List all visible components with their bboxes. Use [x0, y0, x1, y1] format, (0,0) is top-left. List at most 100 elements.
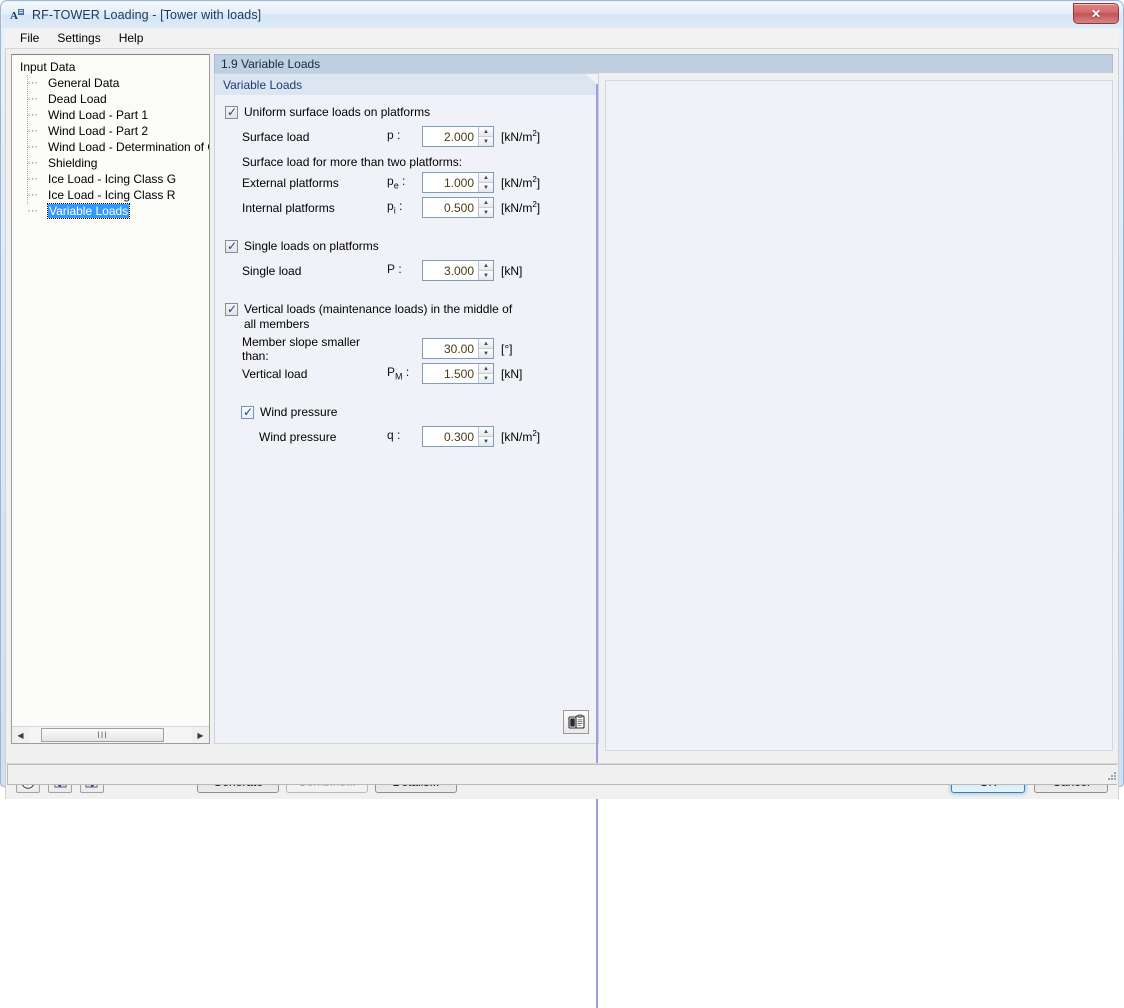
spinner-down-icon[interactable]: ▼	[479, 374, 493, 383]
sidebar-item-general-data[interactable]: ⋯ General Data	[18, 75, 209, 91]
checkbox-wind-pressure[interactable]: ✓ Wind pressure	[215, 402, 598, 423]
surface-load-spinner[interactable]: 2.000 ▲ ▼	[422, 126, 494, 147]
checkbox-single-loads[interactable]: ✓ Single loads on platforms	[215, 236, 598, 257]
surface-load-input[interactable]: 2.000	[423, 127, 478, 146]
wind-pressure-spinner[interactable]: 0.300 ▲ ▼	[422, 426, 494, 447]
spinner-up-icon[interactable]: ▲	[479, 364, 493, 374]
spinner-buttons[interactable]: ▲ ▼	[478, 127, 493, 146]
spinner-buttons[interactable]: ▲ ▼	[478, 427, 493, 446]
single-load-input[interactable]: 3.000	[423, 261, 478, 280]
sidebar-item-label: Wind Load - Determination of Gust	[48, 140, 209, 154]
sidebar-item-shielding[interactable]: ⋯ Shielding	[18, 155, 209, 171]
content-panes: Variable Loads ✓ Uniform surface loads o…	[214, 73, 1113, 1008]
svg-text:A: A	[10, 10, 18, 22]
sidebar-item-label: Dead Load	[48, 92, 107, 106]
tree-root-input-data[interactable]: Input Data	[18, 59, 209, 75]
symbol-text: p	[387, 174, 394, 189]
spinner-buttons[interactable]: ▲ ▼	[478, 198, 493, 217]
field-symbol: q :	[387, 428, 401, 443]
symbol-text: P	[387, 262, 396, 277]
preview-pane-wrapper	[605, 73, 1113, 751]
sidebar-item-wind-load-gust[interactable]: ⋯ Wind Load - Determination of Gust	[18, 139, 209, 155]
field-vertical-load: Vertical load PM : 1.500 ▲ ▼ [kN]	[215, 362, 598, 385]
sidebar-item-wind-load-part-1[interactable]: ⋯ Wind Load - Part 1	[18, 107, 209, 123]
spinner-down-icon[interactable]: ▼	[479, 208, 493, 217]
field-unit: [kN]	[501, 264, 523, 278]
spinner-up-icon[interactable]: ▲	[479, 173, 493, 183]
single-load-spinner[interactable]: 3.000 ▲ ▼	[422, 260, 494, 281]
spinner-buttons[interactable]: ▲ ▼	[478, 173, 493, 192]
spinner-up-icon[interactable]: ▲	[479, 127, 493, 137]
tree-horizontal-scrollbar[interactable]: ◀ III ▶	[12, 726, 209, 743]
resize-grip[interactable]	[1105, 769, 1118, 782]
copy-to-clipboard-button[interactable]	[563, 710, 589, 734]
spinner-down-icon[interactable]: ▼	[479, 271, 493, 280]
scroll-right-arrow-icon[interactable]: ▶	[192, 727, 209, 743]
member-slope-spinner[interactable]: 30.00 ▲ ▼	[422, 338, 494, 359]
checkbox-vertical-loads[interactable]: ✓ Vertical loads (maintenance loads) in …	[215, 299, 598, 335]
sidebar-item-ice-load-class-r[interactable]: ⋯ Ice Load - Icing Class R	[18, 187, 209, 203]
field-symbol: p :	[387, 128, 401, 143]
spinner-up-icon[interactable]: ▲	[479, 427, 493, 437]
member-slope-input[interactable]: 30.00	[423, 339, 478, 358]
scrollbar-thumb[interactable]: III	[41, 728, 164, 742]
unit-exponent: 2	[532, 200, 537, 209]
sidebar-item-variable-loads[interactable]: ⋯ Variable Loads	[18, 203, 209, 219]
field-unit: [kN/m2]	[501, 429, 541, 444]
sidebar-item-label: Shielding	[48, 156, 98, 170]
spinner-buttons[interactable]: ▲ ▼	[478, 364, 493, 383]
spinner-down-icon[interactable]: ▼	[479, 183, 493, 192]
sidebar-item-ice-load-class-g[interactable]: ⋯ Ice Load - Icing Class G	[18, 171, 209, 187]
scroll-left-arrow-icon[interactable]: ◀	[12, 727, 29, 743]
spinner-down-icon[interactable]: ▼	[479, 349, 493, 358]
application-window: A RF-TOWER Loading - [Tower with loads] …	[0, 0, 1124, 1008]
spinner-buttons[interactable]: ▲ ▼	[478, 261, 493, 280]
internal-platforms-input[interactable]: 0.500	[423, 198, 478, 217]
scrollbar-track[interactable]: III	[29, 727, 192, 743]
sidebar-item-label: Wind Load - Part 2	[48, 124, 149, 138]
internal-platforms-spinner[interactable]: 0.500 ▲ ▼	[422, 197, 494, 218]
field-label: Single load	[242, 263, 302, 278]
checkbox-icon: ✓	[225, 302, 238, 316]
wind-pressure-input[interactable]: 0.300	[423, 427, 478, 446]
title-bar: A RF-TOWER Loading - [Tower with loads] …	[2, 2, 1122, 28]
tree-branch-icon: ⋯	[27, 77, 38, 89]
symbol-text: p	[387, 199, 394, 214]
symbol-text: q	[387, 428, 394, 443]
menu-item-file[interactable]: File	[11, 29, 48, 47]
sidebar-item-label: Ice Load - Icing Class G	[48, 172, 177, 186]
checkbox-uniform-surface-loads[interactable]: ✓ Uniform surface loads on platforms	[215, 102, 598, 123]
field-single-load: Single load P : 3.000 ▲ ▼ [kN]	[215, 259, 598, 282]
graphics-preview-pane[interactable]	[605, 80, 1113, 751]
tree-root-label: Input Data	[20, 60, 76, 74]
variable-loads-groupbox: Variable Loads ✓ Uniform surface loads o…	[215, 74, 598, 1008]
spinner-buttons[interactable]: ▲ ▼	[478, 339, 493, 358]
external-platforms-input[interactable]: 1.000	[423, 173, 478, 192]
field-label: External platforms	[242, 175, 339, 190]
vertical-load-spinner[interactable]: 1.500 ▲ ▼	[422, 363, 494, 384]
spinner-down-icon[interactable]: ▼	[479, 137, 493, 146]
spinner-up-icon[interactable]: ▲	[479, 261, 493, 271]
vertical-load-input[interactable]: 1.500	[423, 364, 478, 383]
close-button[interactable]: ✕	[1073, 3, 1119, 24]
external-platforms-spinner[interactable]: 1.000 ▲ ▼	[422, 172, 494, 193]
form-body: ✓ Uniform surface loads on platforms Sur…	[215, 95, 598, 448]
groupbox-title-label: Variable Loads	[223, 77, 303, 92]
menu-item-help[interactable]: Help	[110, 29, 153, 47]
tree-branch-icon: ⋯	[27, 173, 38, 185]
spinner-down-icon[interactable]: ▼	[479, 437, 493, 446]
status-bar	[7, 764, 1117, 785]
menu-item-settings[interactable]: Settings	[48, 29, 109, 47]
unit-text: kN/m	[504, 176, 533, 190]
sidebar-item-dead-load[interactable]: ⋯ Dead Load	[18, 91, 209, 107]
navigation-tree[interactable]: Input Data ⋯ General Data ⋯ Dead Load ⋯ …	[12, 55, 209, 725]
unit-text: kN	[504, 264, 520, 278]
spinner-up-icon[interactable]: ▲	[479, 198, 493, 208]
field-unit: [°]	[501, 342, 513, 356]
spinner-up-icon[interactable]: ▲	[479, 339, 493, 349]
sidebar-item-label: Wind Load - Part 1	[48, 108, 149, 122]
sidebar-item-wind-load-part-2[interactable]: ⋯ Wind Load - Part 2	[18, 123, 209, 139]
tree-branch-icon: ⋯	[27, 205, 38, 217]
tree-branch-icon: ⋯	[27, 141, 38, 153]
